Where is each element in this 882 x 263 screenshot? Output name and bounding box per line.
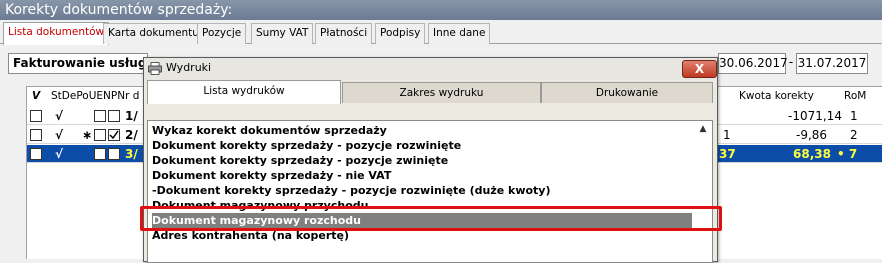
header-rom[interactable]: RoM bbox=[844, 87, 866, 105]
checkmark-icon bbox=[109, 130, 119, 140]
tab-inne-dane[interactable]: Inne dane bbox=[428, 23, 491, 44]
status-cell: √ bbox=[55, 147, 64, 161]
list-item[interactable]: Dokument korekty sprzedaży - pozycje roz… bbox=[152, 138, 692, 153]
header-amount[interactable]: Kwota korekty bbox=[739, 87, 814, 105]
list-item[interactable]: Dokument korekty sprzedaży - pozycje zwi… bbox=[152, 153, 692, 168]
header-columns[interactable]: StDePoUENPNr d bbox=[51, 87, 139, 105]
doc-number-cell: 2/ bbox=[125, 128, 138, 142]
flag-checkbox[interactable] bbox=[108, 148, 120, 160]
highlight-annotation bbox=[140, 206, 722, 231]
tab-lista-dokumentow[interactable]: Lista dokumentów bbox=[3, 22, 110, 45]
mid-cell: 37 bbox=[719, 147, 736, 161]
list-item[interactable]: -Dokument korekty sprzedaży - pozycje ro… bbox=[152, 183, 692, 198]
tab-lista-wydrukow[interactable]: Lista wydruków bbox=[147, 80, 341, 104]
doc-number-cell: 1/ bbox=[125, 109, 138, 123]
tab-drukowanie[interactable]: Drukowanie bbox=[541, 82, 713, 103]
rom-cell: 2 bbox=[850, 128, 858, 142]
rom-cell: • 7 bbox=[837, 147, 858, 161]
tab-platnosci[interactable]: Płatności bbox=[315, 23, 373, 44]
prints-list[interactable]: ▲ Wykaz korekt dokumentów sprzedaży Doku… bbox=[147, 120, 713, 263]
amount-cell: 68,38 bbox=[793, 147, 831, 161]
rom-cell: 1 bbox=[850, 109, 858, 123]
flag-checkbox[interactable] bbox=[94, 110, 106, 122]
row-checkbox[interactable] bbox=[30, 148, 42, 160]
flag-checkbox[interactable] bbox=[94, 148, 106, 160]
dialog-title: Wydruki bbox=[166, 61, 212, 74]
tab-zakres-wydruku[interactable]: Zakres wydruku bbox=[342, 82, 541, 103]
tab-sumy-vat[interactable]: Sumy VAT bbox=[251, 23, 314, 44]
app-title: Korekty dokumentów sprzedaży: bbox=[0, 0, 882, 20]
row-checkbox[interactable] bbox=[30, 110, 42, 122]
tab-pozycje[interactable]: Pozycje bbox=[197, 23, 247, 44]
tab-karta-dokumentu[interactable]: Karta dokumentu bbox=[103, 23, 204, 44]
flag-checkbox[interactable] bbox=[108, 110, 120, 122]
date-range-separator: - bbox=[788, 55, 794, 69]
status-cell: √ bbox=[55, 128, 64, 142]
marker-cell: ∗ bbox=[82, 128, 93, 142]
flag-checkbox-checked[interactable] bbox=[108, 129, 120, 141]
date-to-field[interactable]: 31.07.2017 bbox=[796, 53, 868, 74]
printer-icon bbox=[148, 62, 162, 78]
scroll-up-icon[interactable]: ▲ bbox=[696, 122, 710, 136]
close-button[interactable]: X bbox=[682, 60, 717, 78]
dialog-titlebar[interactable]: Wydruki X bbox=[144, 58, 717, 80]
amount-cell: -9,86 bbox=[796, 128, 828, 142]
list-item[interactable]: Dokument korekty sprzedaży - nie VAT bbox=[152, 168, 692, 183]
flag-checkbox[interactable] bbox=[94, 129, 106, 141]
date-from-field[interactable]: 30.06.2017 bbox=[718, 53, 788, 74]
row-checkbox[interactable] bbox=[30, 129, 42, 141]
tab-podpisy[interactable]: Podpisy bbox=[375, 23, 426, 44]
doc-number-cell: 3/ bbox=[125, 147, 138, 161]
mid-cell: 1 bbox=[723, 128, 731, 142]
main-tabs: Lista dokumentów Karta dokumentu Pozycje… bbox=[0, 22, 882, 45]
document-type-filter[interactable]: Fakturowanie usług bbox=[8, 53, 148, 74]
prints-dialog: Wydruki X Lista wydruków Zakres wydruku … bbox=[143, 57, 718, 263]
list-item[interactable]: Wykaz korekt dokumentów sprzedaży bbox=[152, 123, 692, 138]
header-check[interactable]: V bbox=[32, 87, 40, 105]
amount-cell: -1071,14 bbox=[788, 109, 842, 123]
status-cell: √ bbox=[55, 109, 64, 123]
